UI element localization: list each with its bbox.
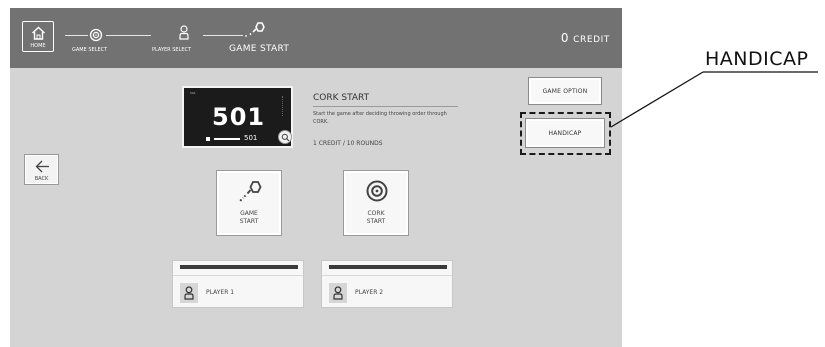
callout-leader-line (610, 71, 818, 128)
callout-label: HANDICAP (705, 48, 809, 70)
